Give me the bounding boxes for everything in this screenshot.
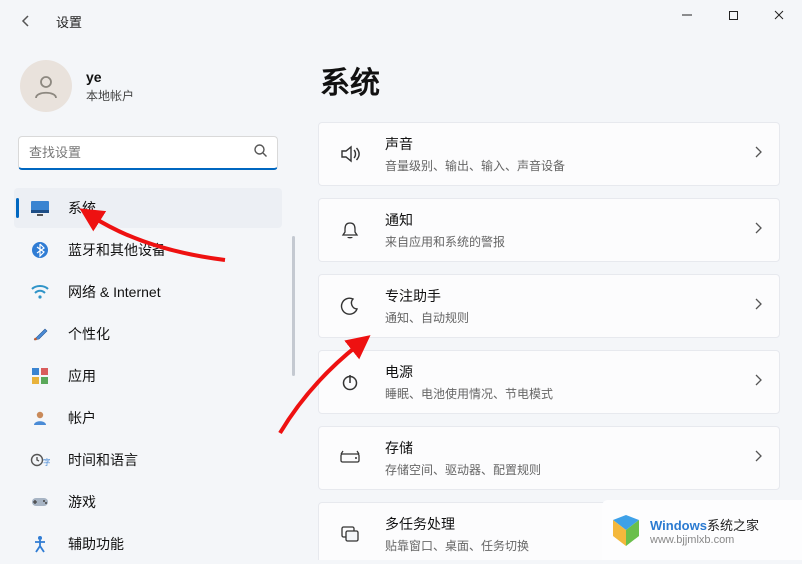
card-desc: 音量级别、输出、输入、声音设备 (385, 157, 753, 174)
card-desc: 通知、自动规则 (385, 309, 753, 326)
watermark-logo-icon (608, 512, 644, 548)
page-title: 系统 (320, 58, 780, 102)
card-power[interactable]: 电源 睡眠、电池使用情况、节电模式 (318, 350, 780, 414)
person-icon (28, 406, 52, 430)
sidebar-item-label: 蓝牙和其他设备 (68, 240, 166, 260)
maximize-button[interactable] (710, 0, 756, 30)
sidebar-item-label: 应用 (68, 366, 96, 386)
window-title: 设置 (56, 12, 82, 31)
sidebar-item-bluetooth[interactable]: 蓝牙和其他设备 (14, 230, 282, 270)
sidebar-item-label: 辅助功能 (68, 534, 124, 554)
sidebar-item-label: 游戏 (68, 492, 96, 512)
bluetooth-icon (28, 238, 52, 262)
storage-icon (333, 441, 367, 475)
card-title: 声音 (385, 134, 753, 154)
sidebar-item-system[interactable]: 系统 (14, 188, 282, 228)
card-notifications[interactable]: 通知 来自应用和系统的警报 (318, 198, 780, 262)
card-sound[interactable]: 声音 音量级别、输出、输入、声音设备 (318, 122, 780, 186)
card-desc: 来自应用和系统的警报 (385, 233, 753, 250)
search-input[interactable] (18, 136, 278, 170)
sidebar-item-apps[interactable]: 应用 (14, 356, 282, 396)
svg-text:字: 字 (43, 457, 50, 467)
sidebar-item-label: 时间和语言 (68, 450, 138, 470)
clock-lang-icon: 字 (28, 448, 52, 472)
user-name: ye (86, 69, 134, 85)
gamepad-icon (28, 490, 52, 514)
chevron-right-icon (753, 297, 763, 316)
settings-card-list: 声音 音量级别、输出、输入、声音设备 通知 来自应用和系统的警报 (318, 122, 780, 560)
power-icon (333, 365, 367, 399)
sidebar-item-label: 系统 (68, 198, 96, 218)
brush-icon (28, 322, 52, 346)
card-desc: 睡眠、电池使用情况、节电模式 (385, 385, 753, 402)
sidebar: ye 本地帐户 系统 蓝牙和其他设备 (0, 42, 296, 560)
apps-icon (28, 364, 52, 388)
sidebar-item-label: 网络 & Internet (68, 282, 161, 302)
user-account-row[interactable]: ye 本地帐户 (14, 50, 282, 130)
main-panel: 系统 声音 音量级别、输出、输入、声音设备 通知 来自应用和系统的警报 (296, 42, 802, 560)
minimize-button[interactable] (664, 0, 710, 30)
card-title: 电源 (385, 362, 753, 382)
accessibility-icon (28, 532, 52, 556)
sound-icon (333, 137, 367, 171)
card-focus-assist[interactable]: 专注助手 通知、自动规则 (318, 274, 780, 338)
multitask-icon (333, 517, 367, 551)
card-title: 通知 (385, 210, 753, 230)
sidebar-item-gaming[interactable]: 游戏 (14, 482, 282, 522)
watermark: Windows系统之家 www.bjjmlxb.com (602, 500, 802, 560)
sidebar-item-accessibility[interactable]: 辅助功能 (14, 524, 282, 564)
user-subtitle: 本地帐户 (86, 87, 134, 104)
monitor-icon (28, 196, 52, 220)
sidebar-item-network[interactable]: 网络 & Internet (14, 272, 282, 312)
nav-list: 系统 蓝牙和其他设备 网络 & Internet 个性化 (14, 188, 282, 564)
chevron-right-icon (753, 449, 763, 468)
chevron-right-icon (753, 145, 763, 164)
search-icon (253, 143, 268, 163)
card-title: 专注助手 (385, 286, 753, 306)
sidebar-item-personalization[interactable]: 个性化 (14, 314, 282, 354)
sidebar-item-accounts[interactable]: 帐户 (14, 398, 282, 438)
moon-icon (333, 289, 367, 323)
avatar (20, 60, 72, 112)
bell-icon (333, 213, 367, 247)
card-storage[interactable]: 存储 存储空间、驱动器、配置规则 (318, 426, 780, 490)
sidebar-item-label: 个性化 (68, 324, 110, 344)
watermark-line1: Windows系统之家 (650, 515, 759, 534)
back-button[interactable] (10, 5, 42, 37)
close-button[interactable] (756, 0, 802, 30)
sidebar-item-label: 帐户 (68, 408, 96, 428)
wifi-icon (28, 280, 52, 304)
watermark-line2: www.bjjmlxb.com (650, 534, 759, 546)
card-desc: 存储空间、驱动器、配置规则 (385, 461, 753, 478)
card-title: 存储 (385, 438, 753, 458)
chevron-right-icon (753, 221, 763, 240)
chevron-right-icon (753, 373, 763, 392)
sidebar-item-time-language[interactable]: 字 时间和语言 (14, 440, 282, 480)
